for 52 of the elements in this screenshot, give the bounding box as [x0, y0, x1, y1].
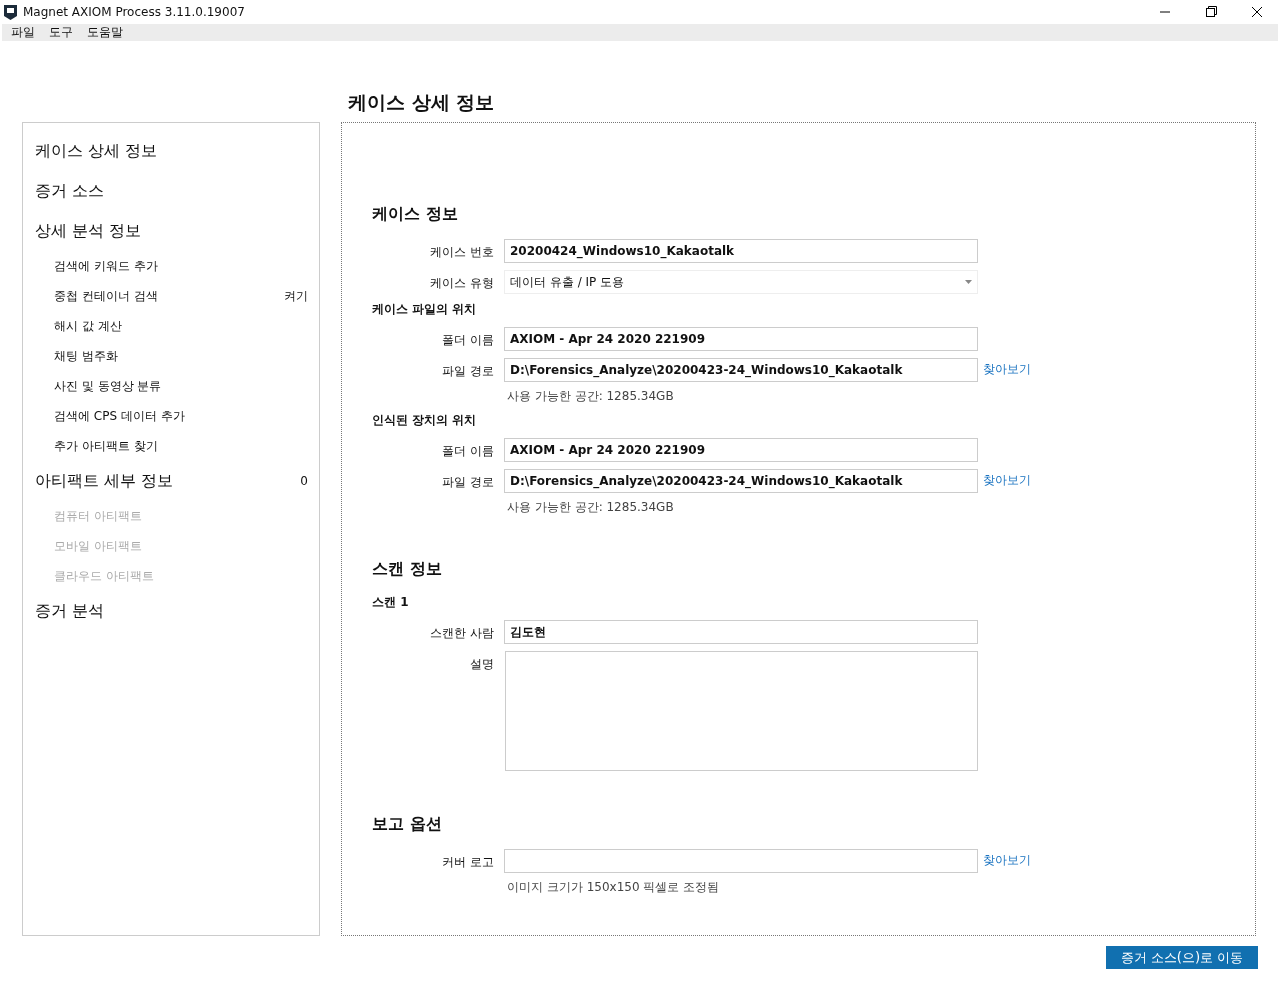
input-field[interactable] — [504, 849, 978, 873]
field-label: 폴더 이름 — [441, 332, 494, 349]
hint-text: 이미지 크기가 150x150 픽셀로 조정됨 — [506, 879, 721, 896]
sidebar-section[interactable]: 증거 분석 — [35, 600, 105, 622]
input-field[interactable]: 김도현 — [504, 620, 978, 644]
sidebar-item[interactable]: 중첩 컨테이너 검색 — [54, 287, 158, 305]
sidebar-item[interactable]: 검색에 CPS 데이터 추가 — [54, 407, 185, 425]
browse-link[interactable]: 찾아보기 — [983, 358, 1255, 378]
input-field[interactable]: 20200424_Windows10_Kakaotalk — [504, 239, 978, 263]
browse-link[interactable]: 찾아보기 — [983, 469, 1255, 489]
browse-link[interactable]: 찾아보기 — [983, 849, 1255, 869]
sidebar-item-value: 켜기 — [284, 287, 308, 305]
sidebar-item[interactable]: 추가 아티팩트 찾기 — [54, 437, 158, 455]
sidebar-section[interactable]: 상세 분석 정보 — [35, 220, 142, 242]
sidebar-section[interactable]: 케이스 상세 정보 — [35, 140, 158, 162]
menu-item[interactable]: 파일 — [5, 24, 41, 41]
sidebar-item[interactable]: 채팅 범주화 — [54, 347, 118, 365]
menu-item[interactable]: 도구 — [43, 24, 79, 41]
input-field[interactable]: AXIOM - Apr 24 2020 221909 — [504, 438, 978, 462]
sidebar-section[interactable]: 아티팩트 세부 정보 — [35, 470, 174, 492]
subsection-heading: 케이스 파일의 위치 — [372, 301, 478, 318]
input-field[interactable]: AXIOM - Apr 24 2020 221909 — [504, 327, 978, 351]
window-title: Magnet AXIOM Process 3.11.0.19007 — [23, 5, 246, 19]
input-field[interactable]: D:\Forensics_Analyze\20200423-24_Windows10_Kakaotalk — [504, 358, 978, 382]
sidebar-item[interactable]: 사진 및 동영상 분류 — [54, 377, 162, 395]
sidebar-section[interactable]: 증거 소스 — [35, 180, 105, 202]
subsection-heading: 스캔 1 — [372, 594, 410, 611]
field-label: 파일 경로 — [441, 474, 494, 491]
field-label: 파일 경로 — [441, 363, 494, 380]
dropdown[interactable]: 데이터 유출 / IP 도용 — [504, 270, 978, 294]
section-heading: 보고 옵션 — [372, 813, 443, 835]
field-label: 설명 — [469, 656, 494, 673]
field-label: 폴더 이름 — [441, 443, 494, 460]
field-label: 케이스 번호 — [429, 244, 494, 261]
subsection-heading: 인식된 장치의 위치 — [372, 412, 478, 429]
sidebar-item[interactable]: 검색에 키워드 추가 — [54, 257, 158, 275]
next-button[interactable]: 증거 소스(으)로 이동 — [1106, 946, 1258, 969]
sidebar-item-value: 0 — [300, 474, 308, 488]
field-label: 커버 로고 — [441, 854, 494, 871]
page-title: 케이스 상세 정보 — [348, 90, 496, 115]
field-label: 스캔한 사람 — [429, 625, 494, 642]
field-label: 케이스 유형 — [429, 275, 494, 292]
app-logo-icon — [4, 4, 17, 20]
hint-text: 사용 가능한 공간: 1285.34GB — [506, 388, 675, 405]
caret-icon — [965, 280, 972, 284]
menu-item[interactable]: 도움말 — [81, 24, 129, 41]
sidebar-item[interactable]: 해시 값 계산 — [54, 317, 122, 335]
input-field[interactable]: D:\Forensics_Analyze\20200423-24_Windows10_Kakaotalk — [504, 469, 978, 493]
section-heading: 케이스 정보 — [372, 203, 459, 225]
section-heading: 스캔 정보 — [372, 558, 443, 580]
hint-text: 사용 가능한 공간: 1285.34GB — [506, 499, 675, 516]
text-area[interactable] — [505, 651, 978, 771]
